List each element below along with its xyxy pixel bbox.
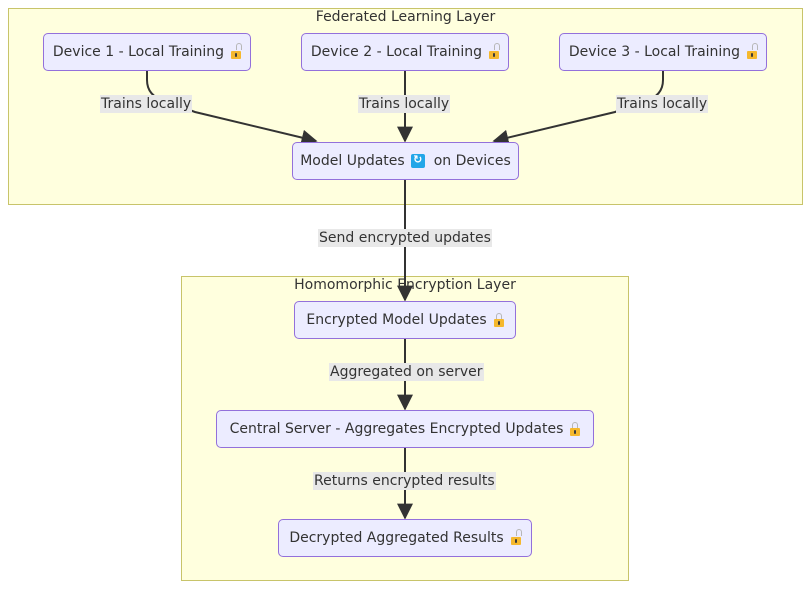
node-label: Model Updates — [300, 153, 405, 169]
node-label: on Devices — [433, 153, 511, 169]
node-label: Device 2 - Local Training — [310, 44, 483, 60]
edge-label: Send encrypted updates — [318, 229, 492, 247]
node-device-2[interactable]: Device 2 - Local Training — [301, 33, 509, 71]
locked-lock-icon — [493, 313, 504, 327]
node-label: Central Server - Aggregates Encrypted Up… — [229, 421, 564, 437]
node-label: Decrypted Aggregated Results — [289, 530, 504, 546]
node-label: Device 3 - Local Training — [568, 44, 741, 60]
edge-label: Trains locally — [358, 95, 451, 113]
unlocked-lock-icon — [510, 529, 522, 545]
node-label: Device 1 - Local Training — [52, 44, 225, 60]
edge-label: Aggregated on server — [329, 363, 484, 381]
edge-label: Trains locally — [100, 95, 193, 113]
node-device-1[interactable]: Device 1 - Local Training — [43, 33, 251, 71]
node-decrypted-aggregated-results[interactable]: Decrypted Aggregated Results — [278, 519, 532, 557]
unlocked-lock-icon — [231, 43, 243, 59]
unlocked-lock-icon — [747, 43, 759, 59]
node-device-3[interactable]: Device 3 - Local Training — [559, 33, 767, 71]
unlocked-lock-icon — [489, 43, 501, 59]
edge-label: Trains locally — [616, 95, 709, 113]
node-encrypted-model-updates[interactable]: Encrypted Model Updates — [294, 301, 516, 339]
sync-arrows-icon — [410, 153, 425, 168]
node-model-updates[interactable]: Model Updates on Devices — [292, 142, 519, 180]
node-label: Encrypted Model Updates — [306, 312, 487, 328]
edge-label: Returns encrypted results — [313, 472, 496, 490]
locked-lock-icon — [570, 422, 581, 436]
edges-layer — [146, 70, 664, 520]
node-central-server[interactable]: Central Server - Aggregates Encrypted Up… — [216, 410, 594, 448]
